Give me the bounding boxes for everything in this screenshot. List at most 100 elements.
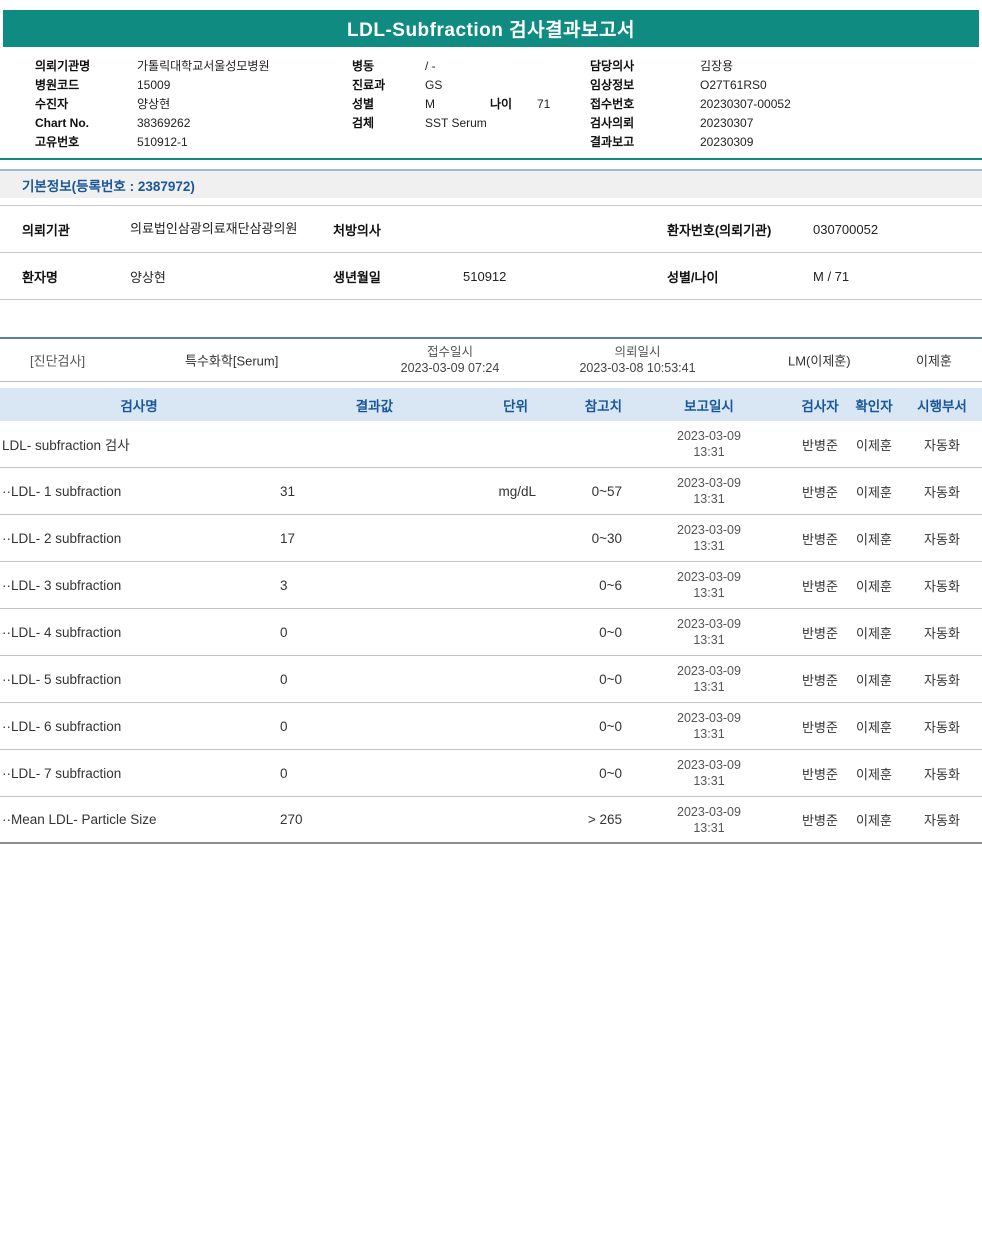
field-label: 진료과: [352, 78, 386, 92]
reference-range: > 265: [587, 812, 622, 827]
test-name: ··Mean LDL- Particle Size: [2, 812, 157, 827]
header-field-row: 의뢰기관명 가톨릭대학교서울성모병원: [35, 57, 269, 76]
col-header-tester: 검사자: [801, 398, 839, 414]
department: 자동화: [924, 531, 960, 547]
result-row: ··LDL- 3 subfraction 3 0~6 2023-03-09 13…: [0, 562, 982, 609]
department: 자동화: [924, 484, 960, 500]
col-header-department: 시행부서: [917, 398, 967, 414]
header-field-row: 접수번호 20230307-00052: [590, 95, 791, 114]
report-datetime: 2023-03-09 13:31: [624, 428, 794, 460]
receive-value: 2023-03-09 07:24: [400, 361, 500, 375]
header-field-row: 검체 SST Serum: [352, 114, 550, 133]
field-label: 생년월일: [333, 269, 381, 285]
tester: 반병준: [802, 531, 838, 547]
reference-range: 0~57: [591, 483, 622, 499]
reference-range: 0~0: [599, 671, 622, 687]
report-datetime: 2023-03-09 13:31: [624, 475, 794, 507]
basic-info-table: 의뢰기관 의료법인삼광의료재단삼광의원 처방의사 환자번호(의뢰기관) 0307…: [0, 205, 982, 300]
report-date: 2023-03-09: [677, 570, 741, 584]
field-label: 성별/나이: [667, 269, 719, 285]
report-date: 2023-03-09: [677, 804, 741, 819]
basic-info-section-title: 기본정보(등록번호 : 2387972): [22, 178, 195, 194]
field-value: 양상현: [130, 269, 166, 285]
test-name: ··LDL- 1 subfraction: [2, 483, 122, 499]
test-name: ··LDL- 2 subfraction: [2, 530, 122, 546]
field-value: 20230307: [700, 116, 754, 130]
basic-info-section-header: 기본정보(등록번호 : 2387972): [0, 169, 982, 198]
report-datetime: 2023-03-09 13:31: [624, 522, 794, 554]
report-datetime: 2023-03-09 13:31: [624, 616, 794, 648]
confirmer: 이제훈: [856, 719, 892, 735]
test-name: ··LDL- 5 subfraction: [2, 671, 122, 687]
field-value: M: [425, 97, 435, 111]
result-value: 17: [280, 530, 296, 546]
field-value: 510912-1: [137, 135, 188, 149]
department: 자동화: [924, 625, 960, 641]
reference-range: 0~6: [599, 577, 622, 593]
col-header-result: 결과값: [355, 398, 393, 414]
lab-code: LM(이제훈): [788, 353, 851, 369]
header-field-row: 수진자 양상현: [35, 95, 269, 114]
header-field-row: 진료과 GS: [352, 76, 550, 95]
test-name: ··LDL- 4 subfraction: [2, 624, 122, 640]
result-row: ··LDL- 1 subfraction 31 mg/dL 0~57 2023-…: [0, 468, 982, 515]
report-time: 13:31: [693, 820, 725, 835]
field-label: Chart No.: [35, 116, 89, 130]
field-value: 김장용: [700, 59, 734, 73]
department: 자동화: [924, 578, 960, 594]
unit: mg/dL: [498, 483, 536, 499]
confirmer: 이제훈: [856, 531, 892, 547]
report-date: 2023-03-09: [677, 476, 741, 490]
col-header-report-datetime: 보고일시: [684, 398, 734, 414]
field-label: 처방의사: [333, 222, 381, 238]
order-label: 의뢰일시: [614, 345, 661, 359]
header-field-row: Chart No. 38369262: [35, 114, 269, 133]
field-label: 결과보고: [590, 135, 635, 149]
reference-range: 0~30: [591, 530, 622, 546]
patient-header-left: 의뢰기관명 가톨릭대학교서울성모병원 병원코드 15009 수진자 양상현 Ch…: [35, 57, 269, 152]
report-time: 13:31: [693, 445, 725, 459]
confirmer: 이제훈: [856, 578, 892, 594]
patient-header-middle: 병동 / - 진료과 GS 성별 M 나이 71 검체 SST Serum: [352, 57, 550, 133]
field-value: 20230309: [700, 135, 754, 149]
field-label: 접수번호: [590, 97, 635, 111]
field-label: 환자번호(의뢰기관): [667, 222, 772, 238]
report-date: 2023-03-09: [677, 429, 741, 443]
result-row: ··LDL- 5 subfraction 0 0~0 2023-03-09 13…: [0, 656, 982, 703]
report-date: 2023-03-09: [677, 523, 741, 537]
result-value: 270: [280, 812, 303, 827]
tester: 반병준: [802, 625, 838, 641]
confirmer: 이제훈: [856, 766, 892, 782]
tester: 반병준: [802, 437, 838, 453]
report-time: 13:31: [693, 633, 725, 647]
field-value: 030700052: [813, 221, 879, 237]
tester: 반병준: [802, 484, 838, 500]
col-header-unit: 단위: [503, 398, 528, 414]
field-value: / -: [425, 59, 436, 73]
report-time: 13:31: [693, 680, 725, 694]
col-header-test-name: 검사명: [120, 398, 158, 414]
test-name: ··LDL- 6 subfraction: [2, 718, 122, 734]
field-value: 20230307-00052: [700, 97, 791, 111]
report-datetime: 2023-03-09 13:31: [624, 663, 794, 695]
field-value: 가톨릭대학교서울성모병원: [137, 59, 270, 73]
test-meta-row: [진단검사] 특수화학[Serum] 접수일시 2023-03-09 07:24…: [0, 337, 982, 382]
result-row: ··LDL- 6 subfraction 0 0~0 2023-03-09 13…: [0, 703, 982, 750]
result-value: 0: [280, 718, 288, 734]
results-header-row: 검사명 결과값 단위 참고치 보고일시 검사자 확인자 시행부서: [0, 388, 982, 421]
report-date: 2023-03-09: [677, 758, 741, 772]
field-value: 의료법인삼광의료재단삼광의원: [130, 221, 333, 237]
reference-range: 0~0: [599, 718, 622, 734]
report-time: 13:31: [693, 727, 725, 741]
tester: 반병준: [802, 813, 838, 828]
field-label: 임상정보: [590, 78, 635, 92]
confirmer: 이제훈: [856, 437, 892, 453]
basic-info-row: 환자명 양상현 생년월일 510912 성별/나이 M / 71: [0, 253, 982, 300]
page-title: LDL-Subfraction 검사결과보고서: [347, 20, 635, 41]
field-value: GS: [425, 78, 443, 92]
field-label: 나이: [490, 97, 513, 111]
department: 자동화: [924, 813, 960, 828]
report-datetime: 2023-03-09 13:31: [624, 804, 794, 836]
confirmer: 이제훈: [856, 484, 892, 500]
confirmer: 이제훈: [856, 813, 892, 828]
